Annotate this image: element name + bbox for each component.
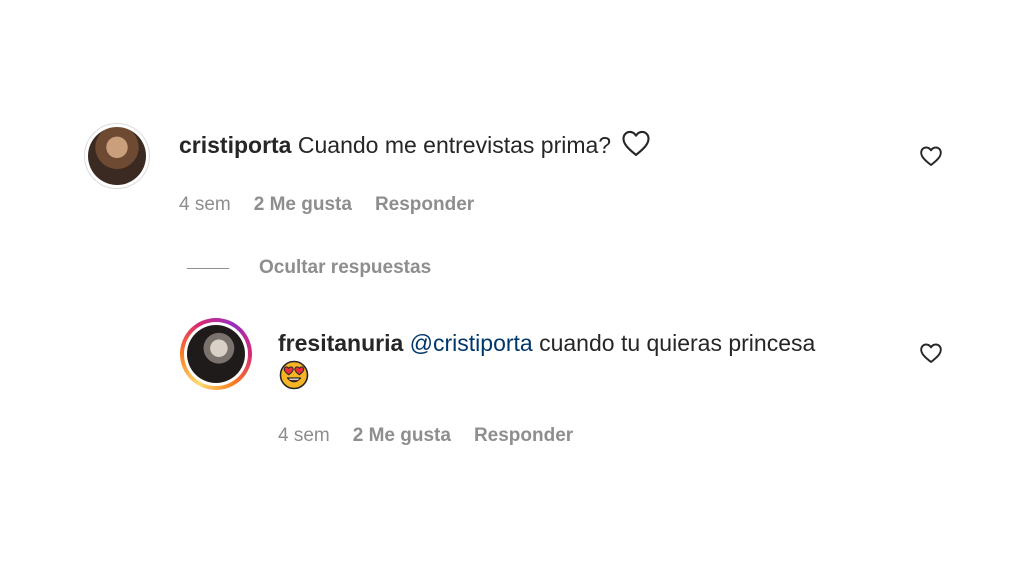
avatar[interactable] [84, 123, 150, 189]
reply-body: fresitanuria @cristiporta cuando tu quie… [278, 327, 815, 359]
reply-avatar[interactable] [180, 318, 252, 390]
comment-body: cristiporta Cuando me entrevistas prima? [179, 129, 651, 161]
comment-like-button[interactable] [918, 143, 944, 169]
avatar-image [187, 325, 245, 383]
hide-replies-button[interactable]: Ocultar respuestas [187, 256, 431, 280]
divider [187, 267, 229, 269]
reply-text: cuando tu quieras princesa [539, 330, 816, 356]
comment-time[interactable]: 4 sem [179, 193, 231, 217]
reply-mention[interactable]: @cristiporta [410, 330, 533, 356]
avatar-image [88, 127, 146, 185]
reply-username[interactable]: fresitanuria [278, 330, 403, 356]
comments-panel: cristiporta Cuando me entrevistas prima?… [0, 0, 1024, 576]
heart-eyes-emoji [279, 360, 309, 390]
reply-like-button[interactable] [918, 340, 944, 366]
reply-likes[interactable]: 2 Me gusta [353, 424, 451, 448]
hide-replies-label: Ocultar respuestas [259, 257, 432, 278]
reply-reply-button[interactable]: Responder [474, 424, 573, 448]
heart-outline-icon [920, 343, 942, 363]
comment-likes[interactable]: 2 Me gusta [254, 193, 352, 217]
heart-outline-icon [622, 130, 651, 156]
reply-meta: 4 sem 2 Me gusta Responder [278, 424, 596, 448]
reply-time[interactable]: 4 sem [278, 424, 330, 448]
comment-username[interactable]: cristiporta [179, 132, 291, 158]
story-ring [184, 322, 248, 386]
comment-meta: 4 sem 2 Me gusta Responder [179, 193, 497, 217]
comment-text: Cuando me entrevistas prima? [297, 132, 612, 158]
comment-reply-button[interactable]: Responder [375, 193, 474, 217]
heart-outline-icon [920, 146, 942, 166]
